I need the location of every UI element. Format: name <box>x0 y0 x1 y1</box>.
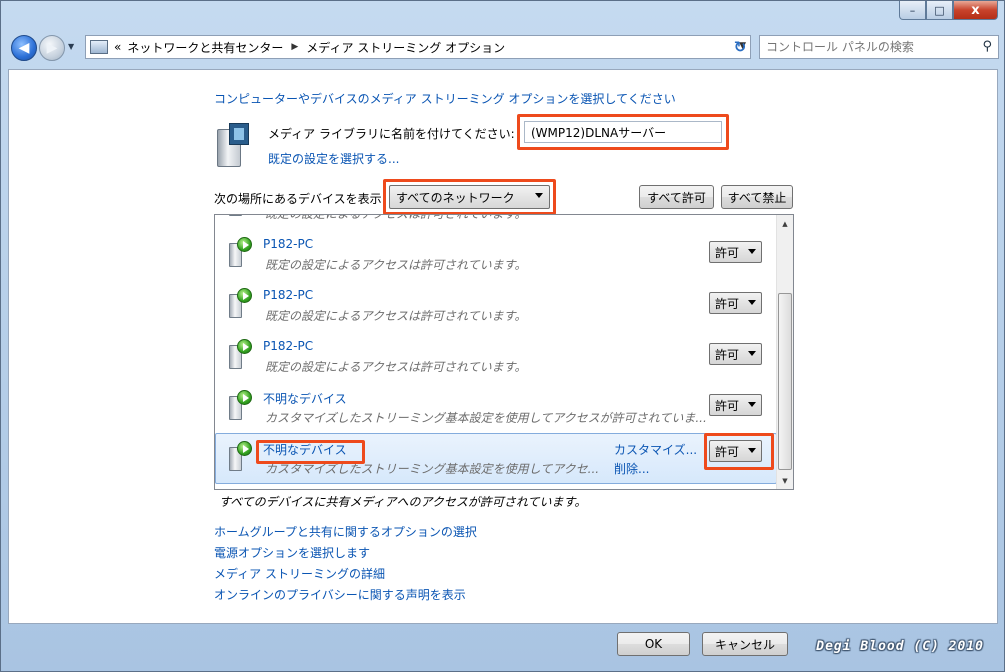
media-device-icon <box>229 288 252 318</box>
close-icon: x <box>971 2 980 18</box>
chevron-down-icon <box>748 351 756 356</box>
scroll-up-icon[interactable]: ▲ <box>777 215 793 232</box>
chevron-down-icon <box>535 193 543 198</box>
footer-links: ホームグループと共有に関するオプションの選択 電源オプションを選択します メディ… <box>214 522 477 606</box>
control-panel-icon <box>90 40 108 54</box>
chevron-down-icon <box>748 402 756 407</box>
device-desc: カスタマイズしたストリーミング基本設定を使用してアクセ... <box>265 462 600 476</box>
device-desc: 既定の設定によるアクセスは許可されています。 <box>265 214 527 221</box>
device-name[interactable]: P182-PC <box>263 237 313 251</box>
refresh-icon: ↻ <box>733 38 747 56</box>
media-device-icon <box>229 237 252 267</box>
breadcrumb-prefix[interactable]: « <box>114 40 121 54</box>
search-box[interactable]: ⚲ <box>759 35 999 59</box>
breadcrumb-media-streaming-options[interactable]: メディア ストリーミング オプション <box>306 39 505 56</box>
scrollbar-thumb[interactable] <box>778 293 792 470</box>
access-select[interactable]: 許可 <box>709 343 762 365</box>
privacy-statement-link[interactable]: オンラインのプライバシーに関する声明を表示 <box>214 585 477 606</box>
vertical-scrollbar[interactable]: ▲ ▼ <box>776 215 793 489</box>
access-value: 許可 <box>715 245 740 260</box>
access-select[interactable]: 許可 <box>709 241 762 263</box>
recent-pages-dropdown[interactable]: ▼ <box>68 42 74 51</box>
chevron-down-icon <box>748 448 756 453</box>
back-button[interactable]: ◀ <box>11 35 37 61</box>
access-select[interactable]: 許可 <box>709 394 762 416</box>
maximize-icon: □ <box>934 3 945 17</box>
breadcrumb-network-sharing-center[interactable]: ネットワークと共有センター <box>127 39 283 56</box>
list-item[interactable]: P182-PC 既定の設定によるアクセスは許可されています。 許可 <box>215 331 777 382</box>
minimize-icon: – <box>909 3 916 17</box>
close-button[interactable]: x <box>953 1 998 20</box>
device-desc: カスタマイズしたストリーミング基本設定を使用してアクセスが許可されていま... <box>265 411 707 425</box>
address-toolbar: ◀ ▶ ▼ « ネットワークと共有センター ▶ メディア ストリーミング オプシ… <box>7 30 999 64</box>
status-text: すべてのデバイスに共有メディアへのアクセスが許可されています。 <box>219 495 587 509</box>
media-device-icon <box>229 441 252 471</box>
network-select-value: すべてのネットワーク <box>396 190 515 205</box>
device-name[interactable]: P182-PC <box>263 339 313 353</box>
content-pane: コンピューターやデバイスのメディア ストリーミング オプションを選択してください… <box>8 69 998 624</box>
list-item-partial: 既定の設定によるアクセスは許可されています。 <box>215 214 777 229</box>
scroll-down-icon[interactable]: ▼ <box>777 472 793 489</box>
device-desc: 既定の設定によるアクセスは許可されています。 <box>265 258 527 272</box>
access-value: 許可 <box>715 347 740 362</box>
device-name[interactable]: 不明なデバイス <box>263 390 347 407</box>
power-options-link[interactable]: 電源オプションを選択します <box>214 543 477 564</box>
minimize-button[interactable]: – <box>899 1 926 20</box>
dialog-button-bar: OK キャンセル Degi Blood (C) 2010 <box>8 624 998 664</box>
list-item[interactable]: P182-PC 既定の設定によるアクセスは許可されています。 許可 <box>215 280 777 331</box>
customize-link[interactable]: カスタマイズ... <box>614 441 697 458</box>
list-item-selected[interactable]: 不明なデバイス カスタマイズしたストリーミング基本設定を使用してアクセ... カ… <box>215 433 777 484</box>
default-settings-link[interactable]: 既定の設定を選択する... <box>268 150 399 167</box>
forward-arrow-icon: ▶ <box>46 40 58 56</box>
remove-link[interactable]: 削除... <box>614 460 649 477</box>
refresh-button[interactable]: ↻ <box>727 35 753 59</box>
search-icon[interactable]: ⚲ <box>982 39 992 54</box>
device-name[interactable]: P182-PC <box>263 288 313 302</box>
caption-buttons: – □ x <box>899 1 998 21</box>
streaming-details-link[interactable]: メディア ストリーミングの詳細 <box>214 564 477 585</box>
library-name-label: メディア ライブラリに名前を付けてください: <box>268 127 515 141</box>
address-bar[interactable]: « ネットワークと共有センター ▶ メディア ストリーミング オプション ▼ <box>85 35 751 59</box>
device-desc: 既定の設定によるアクセスは許可されています。 <box>265 309 527 323</box>
access-select[interactable]: 許可 <box>709 292 762 314</box>
device-name[interactable]: 不明なデバイス <box>263 441 347 458</box>
window-frame: – □ x ◀ ▶ ▼ « ネットワークと共有センター ▶ メディア ストリーミ… <box>0 0 1005 672</box>
search-input[interactable] <box>760 36 970 58</box>
ok-button[interactable]: OK <box>617 632 690 656</box>
chevron-down-icon <box>748 249 756 254</box>
homegroup-options-link[interactable]: ホームグループと共有に関するオプションの選択 <box>214 522 477 543</box>
list-item[interactable]: P182-PC 既定の設定によるアクセスは許可されています。 許可 <box>215 229 777 280</box>
media-device-icon <box>229 390 252 420</box>
back-arrow-icon: ◀ <box>18 40 30 56</box>
watermark: Degi Blood (C) 2010 <box>816 639 984 654</box>
maximize-button[interactable]: □ <box>926 1 953 20</box>
device-list[interactable]: 既定の設定によるアクセスは許可されています。 P182-PC 既定の設定によるア… <box>214 214 794 490</box>
device-desc: 既定の設定によるアクセスは許可されています。 <box>265 360 527 374</box>
access-value: 許可 <box>715 398 740 413</box>
media-device-icon <box>229 215 251 216</box>
list-item[interactable]: 不明なデバイス カスタマイズしたストリーミング基本設定を使用してアクセスが許可さ… <box>215 382 777 433</box>
library-name-input[interactable] <box>524 121 722 143</box>
block-all-button[interactable]: すべて禁止 <box>721 185 793 209</box>
cancel-button[interactable]: キャンセル <box>702 632 788 656</box>
forward-button[interactable]: ▶ <box>39 35 65 61</box>
chevron-down-icon <box>748 300 756 305</box>
allow-all-button[interactable]: すべて許可 <box>639 185 714 209</box>
page-heading: コンピューターやデバイスのメディア ストリーミング オプションを選択してください <box>214 92 676 106</box>
access-select[interactable]: 許可 <box>709 440 762 462</box>
network-select[interactable]: すべてのネットワーク <box>389 185 550 209</box>
breadcrumb-separator-icon[interactable]: ▶ <box>291 42 298 52</box>
access-value: 許可 <box>715 444 740 459</box>
media-library-icon <box>215 121 251 171</box>
show-devices-label: 次の場所にあるデバイスを表示: <box>214 192 386 206</box>
access-value: 許可 <box>715 296 740 311</box>
media-device-icon <box>229 339 252 369</box>
